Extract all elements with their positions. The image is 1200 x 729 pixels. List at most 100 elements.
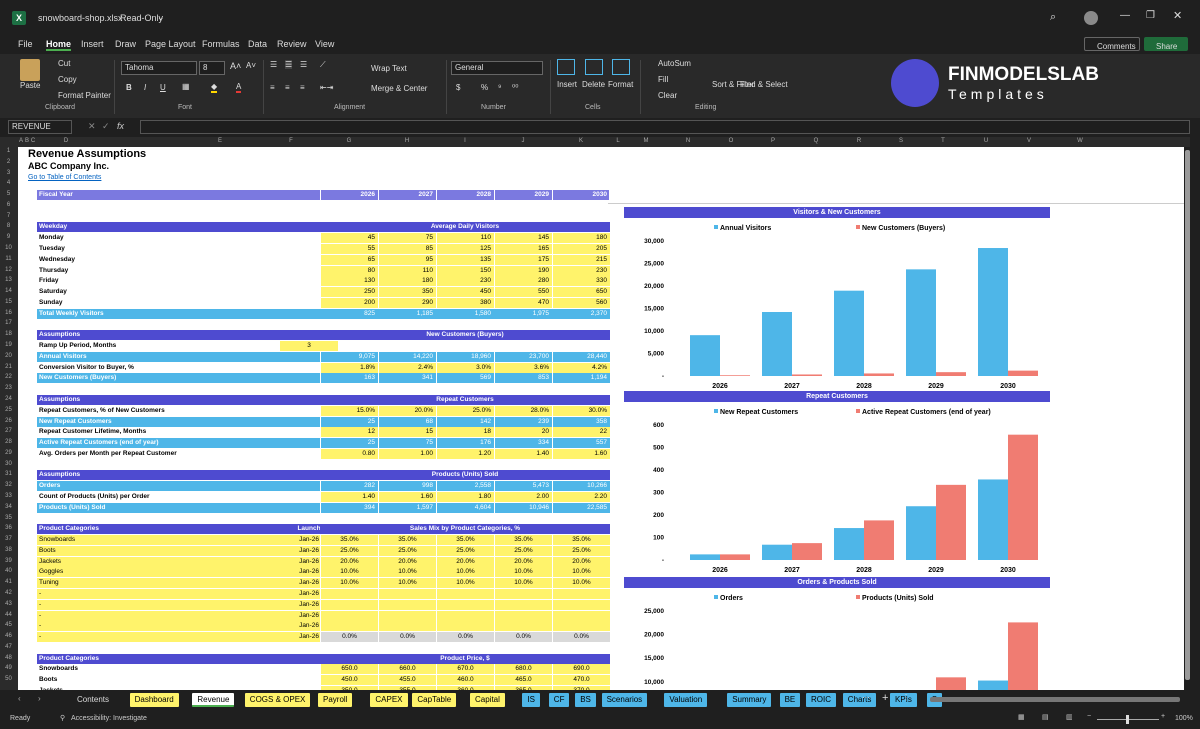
align-left-icon[interactable]: ≡: [270, 83, 275, 92]
chevron-down-icon[interactable]: ⌄: [157, 12, 165, 23]
row-header[interactable]: 15: [0, 299, 17, 305]
cancel-icon[interactable]: ✕: [88, 121, 96, 132]
value-cell[interactable]: 4.2%: [552, 362, 610, 373]
row-header[interactable]: 41: [0, 579, 17, 585]
tab-valuation[interactable]: Valuation: [664, 693, 708, 707]
row-header[interactable]: 4: [0, 180, 17, 186]
row-label[interactable]: Saturday: [37, 287, 320, 297]
mix-value[interactable]: 25.0%: [552, 545, 610, 556]
section-title[interactable]: Products (Units) Sold: [320, 470, 610, 481]
value-cell[interactable]: 145: [494, 233, 552, 244]
value-cell[interactable]: 180: [552, 233, 610, 244]
mix-value[interactable]: 20.0%: [552, 556, 610, 567]
value-cell[interactable]: 290: [378, 297, 436, 308]
value-cell[interactable]: 2,558: [436, 481, 494, 492]
value-cell[interactable]: 1,194: [552, 373, 610, 384]
value-cell[interactable]: 1.20: [436, 448, 494, 459]
mix-value[interactable]: 10.0%: [378, 567, 436, 578]
tab-page-layout[interactable]: Page Layout: [145, 39, 196, 49]
row-label[interactable]: Thursday: [37, 266, 320, 276]
page-layout-icon[interactable]: ▤: [1042, 713, 1049, 721]
price-value[interactable]: 450.0: [320, 675, 378, 686]
value-cell[interactable]: 230: [436, 276, 494, 287]
value-cell[interactable]: 282: [320, 481, 378, 492]
section-title[interactable]: Average Daily Visitors: [320, 222, 610, 233]
category-name[interactable]: Snowboards: [37, 535, 280, 546]
total-value[interactable]: 1,580: [436, 308, 494, 319]
row-label[interactable]: Friday: [37, 276, 320, 286]
value-cell[interactable]: 15: [378, 427, 436, 438]
tab-cogs-opex[interactable]: COGS & OPEX: [244, 693, 311, 707]
row-header[interactable]: 34: [0, 504, 17, 510]
delete-cells-icon[interactable]: [585, 59, 603, 75]
paste-icon[interactable]: [20, 59, 40, 81]
value-cell[interactable]: 1.60: [378, 491, 436, 502]
category-name[interactable]: -: [37, 621, 280, 632]
col-d[interactable]: D: [36, 138, 96, 144]
mix-value[interactable]: [436, 621, 494, 632]
value-cell[interactable]: 65: [320, 254, 378, 265]
mix-value[interactable]: 20.0%: [436, 556, 494, 567]
row-header[interactable]: 2: [0, 159, 17, 165]
mix-value[interactable]: [494, 588, 552, 599]
mix-value[interactable]: 35.0%: [436, 535, 494, 546]
page-break-icon[interactable]: ▥: [1066, 713, 1073, 721]
price-value[interactable]: 680.0: [494, 664, 552, 675]
mix-value[interactable]: [494, 610, 552, 621]
value-cell[interactable]: 25: [320, 416, 378, 427]
mix-value[interactable]: [494, 599, 552, 610]
year-header[interactable]: 2026: [320, 190, 378, 201]
section-header-label[interactable]: Weekday: [37, 222, 320, 233]
row-label[interactable]: Conversion Visitor to Buyer, %: [37, 363, 320, 373]
row-header[interactable]: 36: [0, 525, 17, 531]
mix-value[interactable]: [320, 588, 378, 599]
mix-value[interactable]: 10.0%: [436, 578, 494, 589]
options-icon[interactable]: ⋮: [902, 693, 910, 702]
value-cell[interactable]: 1.80: [436, 491, 494, 502]
value-cell[interactable]: 215: [552, 254, 610, 265]
value-cell[interactable]: 25: [320, 438, 378, 449]
tab-roic[interactable]: ROIC: [806, 693, 836, 707]
tab-dashboard[interactable]: Dashboard: [129, 693, 179, 707]
zoom-out-icon[interactable]: −: [1087, 713, 1091, 720]
value-cell[interactable]: 239: [494, 416, 552, 427]
row-header[interactable]: 40: [0, 568, 17, 574]
horizontal-scrollbar[interactable]: [930, 697, 1180, 702]
mix-value[interactable]: 10.0%: [436, 567, 494, 578]
value-cell[interactable]: 1.60: [552, 448, 610, 459]
total-value[interactable]: 825: [320, 308, 378, 319]
row-header[interactable]: 3: [0, 170, 17, 176]
value-cell[interactable]: 10,266: [552, 481, 610, 492]
value-cell[interactable]: 650: [552, 287, 610, 298]
category-name[interactable]: -: [37, 599, 280, 610]
row-label[interactable]: Ramp Up Period, Months: [37, 341, 280, 351]
fiscal-year-label[interactable]: Fiscal Year: [37, 190, 320, 200]
value-cell[interactable]: 470: [494, 297, 552, 308]
mix-value[interactable]: 0.0%: [320, 632, 378, 643]
wrap-text-button[interactable]: Wrap Text: [371, 64, 407, 73]
col-g[interactable]: G: [320, 138, 378, 144]
tab-capex[interactable]: CAPEX: [370, 693, 408, 707]
accessibility-status[interactable]: Accessibility: Investigate: [71, 715, 147, 722]
value-cell[interactable]: 23,700: [494, 351, 552, 362]
format-cells-button[interactable]: Format: [608, 80, 633, 89]
section-header-label[interactable]: Product Categories: [37, 653, 320, 664]
row-label[interactable]: Monday: [37, 233, 320, 243]
clear-button[interactable]: Clear: [658, 91, 677, 100]
mix-value[interactable]: [320, 621, 378, 632]
value-cell[interactable]: 163: [320, 373, 378, 384]
underline-icon[interactable]: U: [160, 83, 166, 92]
share-button[interactable]: Share: [1144, 37, 1188, 51]
mix-value[interactable]: 0.0%: [436, 632, 494, 643]
value-cell[interactable]: 394: [320, 502, 378, 513]
tab-cf[interactable]: CF: [548, 693, 570, 707]
value-cell[interactable]: 998: [378, 481, 436, 492]
section-header-label[interactable]: Assumptions: [37, 470, 320, 481]
total-label[interactable]: Total Weekly Visitors: [37, 308, 320, 319]
tab-bs[interactable]: BS: [575, 693, 596, 707]
row-header[interactable]: 12: [0, 267, 17, 273]
category-name[interactable]: Boots: [37, 545, 280, 556]
value-cell[interactable]: 10,946: [494, 502, 552, 513]
tab-data[interactable]: Data: [248, 39, 267, 49]
row-header[interactable]: 25: [0, 407, 17, 413]
